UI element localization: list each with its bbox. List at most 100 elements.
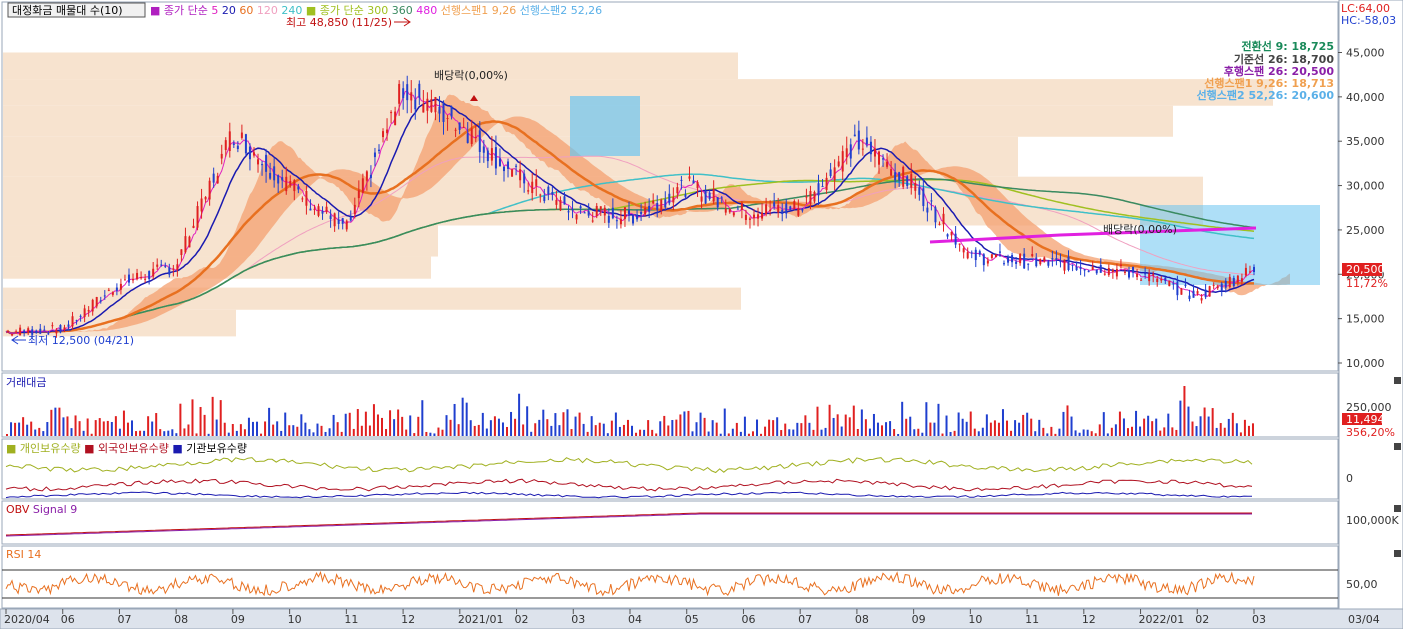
rsi-close-icon[interactable] bbox=[1394, 550, 1401, 557]
ma360-label: 360 bbox=[392, 4, 413, 17]
candle-body bbox=[1091, 266, 1094, 270]
volume-bar bbox=[570, 429, 573, 436]
obv-panel[interactable] bbox=[1, 500, 1339, 545]
stock-chart[interactable]: 대정화금 매물대 수(10) ■ 종가 단순 5 20 60 120 240 ■… bbox=[0, 0, 1403, 629]
candle-body bbox=[966, 252, 969, 259]
volume-bar bbox=[397, 409, 400, 436]
candle-body bbox=[821, 186, 824, 188]
volume-bar bbox=[997, 422, 1000, 436]
candle-body bbox=[1099, 264, 1102, 273]
candle-body bbox=[527, 190, 530, 192]
volume-bar bbox=[409, 415, 412, 436]
candle-body bbox=[898, 172, 901, 181]
volume-bar bbox=[506, 426, 509, 436]
volume-bar bbox=[336, 422, 339, 436]
candle-body bbox=[894, 172, 897, 181]
candle-body bbox=[926, 207, 929, 213]
volume-bar bbox=[526, 406, 529, 436]
volume-bar bbox=[1139, 426, 1142, 436]
volume-bar bbox=[179, 403, 182, 436]
candle-body bbox=[886, 161, 889, 167]
holding-close-icon[interactable] bbox=[1394, 443, 1401, 450]
candle-body bbox=[882, 158, 885, 160]
volume-bar bbox=[131, 420, 134, 436]
candle-body bbox=[1172, 283, 1175, 285]
candle-body bbox=[204, 197, 207, 200]
candle-body bbox=[664, 199, 667, 208]
volume-bar bbox=[566, 409, 569, 436]
candle-body bbox=[906, 176, 909, 187]
candle-body bbox=[1148, 273, 1151, 282]
volume-bar bbox=[731, 428, 734, 436]
volume-bar bbox=[1082, 429, 1085, 436]
obv-close-icon[interactable] bbox=[1394, 505, 1401, 512]
candle-body bbox=[1002, 263, 1005, 265]
candle-body bbox=[474, 137, 477, 139]
candle-body bbox=[132, 278, 135, 281]
volume-bar bbox=[247, 417, 250, 436]
volume-bar bbox=[54, 407, 57, 436]
volume-bar bbox=[703, 417, 706, 436]
volume-bar bbox=[945, 415, 948, 436]
volume-bar bbox=[1235, 423, 1238, 436]
profile-band bbox=[3, 287, 741, 310]
candle-body bbox=[688, 176, 691, 179]
volume-bar bbox=[828, 404, 831, 436]
volume-bar bbox=[897, 433, 900, 436]
volume-bar bbox=[1191, 421, 1194, 436]
volume-bar bbox=[864, 419, 867, 436]
volume-bar bbox=[663, 415, 666, 436]
candle-body bbox=[857, 130, 860, 150]
candle-body bbox=[619, 218, 622, 225]
volume-bar bbox=[655, 433, 658, 436]
volume-bar bbox=[921, 432, 924, 436]
candle-body bbox=[1031, 253, 1034, 257]
volume-bar bbox=[320, 425, 323, 436]
candle-body bbox=[361, 178, 364, 193]
volume-bar bbox=[760, 433, 763, 436]
volume-bar bbox=[1022, 414, 1025, 436]
volume-bar bbox=[1207, 416, 1210, 436]
volume-bar bbox=[671, 419, 674, 436]
volume-bar bbox=[510, 411, 513, 436]
candle-body bbox=[930, 200, 933, 202]
volume-bar bbox=[836, 414, 839, 436]
candle-body bbox=[785, 203, 788, 214]
candle-body bbox=[1107, 268, 1110, 275]
volume-bar bbox=[449, 419, 452, 436]
volume-bar bbox=[110, 422, 113, 436]
volume-bar bbox=[868, 428, 871, 436]
volume-bar bbox=[223, 422, 226, 436]
volume-bar bbox=[832, 417, 835, 436]
volume-bar bbox=[485, 428, 488, 436]
volume-bar bbox=[764, 426, 767, 436]
candle-body bbox=[922, 188, 925, 206]
candle-body bbox=[720, 197, 723, 199]
volume-panel[interactable] bbox=[1, 372, 1339, 438]
volume-bar bbox=[1030, 418, 1033, 436]
candle-body bbox=[111, 292, 114, 295]
candle-body bbox=[571, 209, 574, 211]
volume-bar bbox=[840, 426, 843, 436]
candle-body bbox=[422, 103, 425, 113]
volume-close-icon[interactable] bbox=[1394, 377, 1401, 384]
volume-bar bbox=[1135, 410, 1138, 436]
volume-bar bbox=[300, 414, 303, 436]
volume-bar bbox=[143, 430, 146, 436]
volume-bar bbox=[667, 425, 670, 436]
candle-body bbox=[1103, 273, 1106, 275]
volume-bar bbox=[18, 422, 21, 436]
volume-bar bbox=[187, 424, 190, 436]
candle-body bbox=[1220, 283, 1223, 291]
volume-bar bbox=[167, 430, 170, 436]
volume-bar bbox=[647, 420, 650, 436]
candle-body bbox=[644, 207, 647, 215]
volume-bar bbox=[50, 409, 53, 436]
volume-bar bbox=[1171, 427, 1174, 436]
volume-bar bbox=[876, 422, 879, 436]
candle-body bbox=[1043, 257, 1046, 262]
candle-body bbox=[1019, 253, 1022, 264]
volume-bar bbox=[191, 399, 194, 436]
volume-bar bbox=[768, 419, 771, 436]
candle-body bbox=[498, 158, 501, 167]
